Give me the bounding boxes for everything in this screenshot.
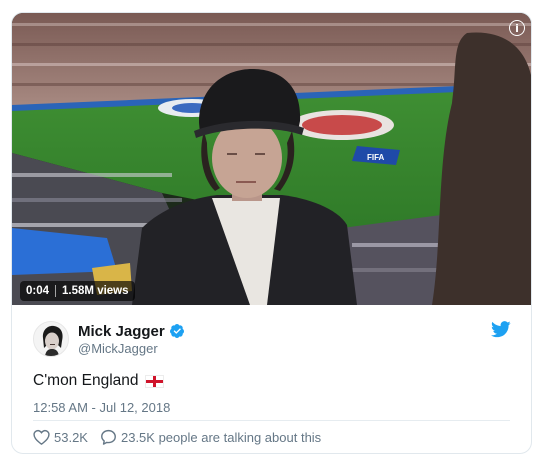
avatar-portrait: [34, 322, 68, 356]
video-frame: FIFA: [12, 13, 531, 305]
like-button[interactable]: 53.2K: [33, 429, 88, 445]
tweet-timestamp[interactable]: 12:58 AM - Jul 12, 2018: [33, 400, 170, 415]
england-flag-icon: [144, 374, 164, 388]
name-row: Mick Jagger: [78, 323, 185, 340]
info-icon[interactable]: i: [509, 20, 525, 36]
twitter-bird-icon[interactable]: [491, 321, 511, 338]
tweet-body: C'mon England: [33, 372, 139, 389]
tweet-text: C'mon England: [33, 372, 164, 390]
video-views: 1.58M views: [62, 285, 129, 297]
video-player[interactable]: FIFA i 0:04 1.58M views: [12, 13, 531, 305]
author-handle[interactable]: @MickJagger: [78, 341, 185, 356]
author-names: Mick Jagger @MickJagger: [78, 323, 185, 356]
tweet-actions: 53.2K 23.5K people are talking about thi…: [33, 429, 321, 445]
verified-badge-icon: [169, 324, 184, 338]
author-display-name[interactable]: Mick Jagger: [78, 323, 165, 340]
fifa-banner-text: FIFA: [367, 153, 385, 162]
reply-bubble-icon: [101, 429, 116, 445]
heart-icon: [33, 429, 50, 445]
tweet-author[interactable]: Mick Jagger @MickJagger: [33, 321, 185, 357]
talking-count: 23.5K people are talking about this: [120, 429, 322, 445]
avatar[interactable]: [33, 321, 69, 357]
conversation-link[interactable]: 23.5K people are talking about this: [100, 429, 321, 445]
like-count: 53.2K: [54, 429, 88, 445]
embedded-tweet-card[interactable]: FIFA i 0:04 1.58M views Mick Jagger @Mic…: [11, 12, 532, 454]
actions-divider: [33, 420, 510, 421]
video-duration: 0:04: [26, 285, 50, 297]
video-stats-badge: 0:04 1.58M views: [20, 281, 135, 301]
badge-divider: [55, 285, 57, 297]
